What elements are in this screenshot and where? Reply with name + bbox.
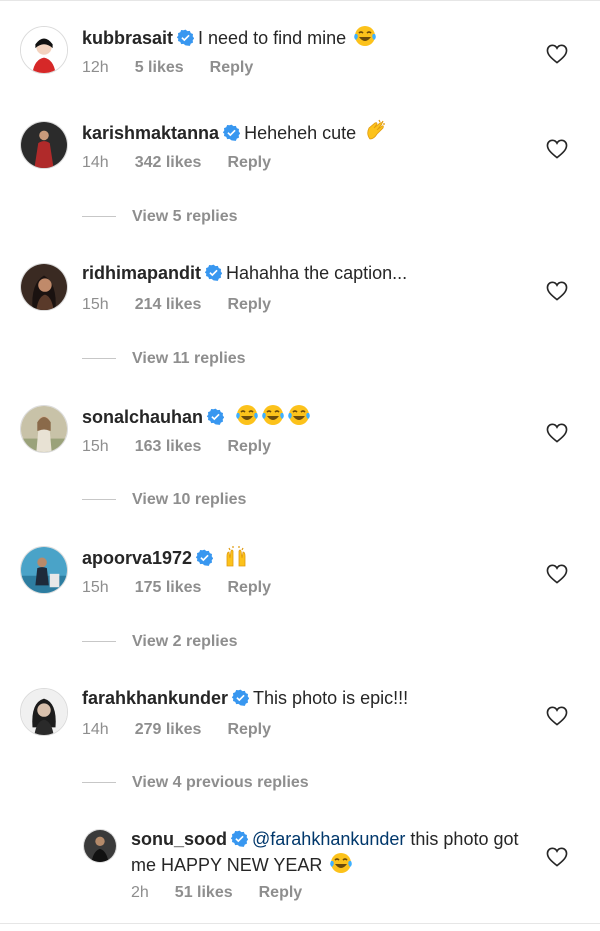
comment-meta: 15h 163 likes Reply — [82, 437, 297, 457]
face-with-tears-of-joy-icon — [287, 403, 311, 427]
heart-icon[interactable] — [546, 423, 568, 443]
comment-line: sonalchauhan — [82, 403, 311, 429]
comment-meta: 14h 279 likes Reply — [82, 720, 297, 740]
likes-count[interactable]: 5 likes — [135, 59, 184, 76]
username[interactable]: sonalchauhan — [82, 407, 203, 427]
heart-icon[interactable] — [546, 706, 568, 726]
username[interactable]: karishmaktanna — [82, 123, 219, 143]
bottom-divider — [0, 923, 600, 924]
likes-count[interactable]: 342 likes — [135, 154, 202, 171]
likes-count[interactable]: 214 likes — [135, 296, 202, 313]
timestamp: 14h — [82, 154, 109, 171]
username[interactable]: ridhimapandit — [82, 263, 201, 283]
comment-text: This photo is epic!!! — [253, 688, 409, 708]
verified-badge-icon — [177, 29, 195, 46]
view-replies-label: View 2 replies — [132, 633, 238, 650]
heart-icon[interactable] — [546, 564, 568, 584]
comment-line: apoorva1972 — [82, 544, 248, 570]
reply-button[interactable]: Reply — [259, 884, 303, 901]
timestamp: 2h — [131, 884, 149, 901]
verified-badge-icon — [205, 264, 223, 281]
verified-badge-icon — [231, 830, 249, 847]
avatar[interactable] — [20, 263, 68, 311]
verified-badge-icon — [223, 124, 241, 141]
face-with-tears-of-joy-icon — [261, 403, 285, 427]
face-with-tears-of-joy-icon — [353, 24, 377, 48]
avatar[interactable] — [20, 546, 68, 594]
view-replies-button[interactable]: View 10 replies — [82, 490, 246, 510]
comment-meta: 2h 51 likes Reply — [131, 883, 328, 903]
reply-divider-line — [82, 641, 116, 643]
comment-text: Heheheh cute — [244, 123, 357, 143]
reply-text: sonu_sood @farahkhankunder this photo got… — [131, 827, 531, 877]
likes-count[interactable]: 51 likes — [175, 884, 233, 901]
avatar[interactable] — [20, 26, 68, 74]
view-replies-label: View 4 previous replies — [132, 774, 309, 791]
reply-button[interactable]: Reply — [227, 579, 271, 596]
comment-meta: 14h 342 likes Reply — [82, 153, 297, 173]
likes-count[interactable]: 279 likes — [135, 721, 202, 738]
view-replies-button[interactable]: View 5 replies — [82, 207, 238, 227]
reply-button[interactable]: Reply — [210, 59, 254, 76]
comments-panel: kubbrasait I need to find mine 12h 5 likes… — [0, 0, 600, 931]
view-replies-label: View 10 replies — [132, 491, 247, 508]
verified-badge-icon — [196, 549, 214, 566]
timestamp: 15h — [82, 438, 109, 455]
comment-meta: 15h 175 likes Reply — [82, 578, 297, 598]
raising-hands-icon — [224, 544, 248, 568]
reply-button[interactable]: Reply — [227, 296, 271, 313]
heart-icon[interactable] — [546, 139, 568, 159]
view-replies-label: View 11 replies — [132, 350, 246, 367]
reply-divider-line — [82, 216, 116, 218]
view-replies-button[interactable]: View 2 replies — [82, 632, 238, 652]
reply-button[interactable]: Reply — [227, 721, 271, 738]
reply-button[interactable]: Reply — [227, 154, 271, 171]
avatar[interactable] — [83, 829, 117, 863]
comment-line: kubbrasait I need to find mine — [82, 24, 377, 50]
avatar[interactable] — [20, 688, 68, 736]
comment-meta: 12h 5 likes Reply — [82, 58, 279, 78]
comment-line: farahkhankunder This photo is epic!!! — [82, 686, 408, 710]
comment-line: ridhimapandit Hahahha the caption... — [82, 261, 407, 285]
verified-badge-icon — [232, 689, 250, 706]
comment-text: Hahahha the caption... — [226, 263, 408, 283]
timestamp: 12h — [82, 59, 109, 76]
clapping-hands-icon — [363, 119, 387, 143]
top-divider — [0, 0, 600, 1]
view-replies-button[interactable]: View 11 replies — [82, 349, 246, 369]
view-replies-button[interactable]: View 4 previous replies — [82, 773, 309, 793]
heart-icon[interactable] — [546, 44, 568, 64]
face-with-tears-of-joy-icon — [329, 851, 353, 875]
username[interactable]: sonu_sood — [131, 829, 227, 849]
comment-line: karishmaktanna Heheheh cute — [82, 119, 387, 145]
username[interactable]: farahkhankunder — [82, 688, 228, 708]
heart-icon[interactable] — [546, 847, 568, 867]
reply-button[interactable]: Reply — [227, 438, 271, 455]
likes-count[interactable]: 175 likes — [135, 579, 202, 596]
reply-divider-line — [82, 499, 116, 501]
verified-badge-icon — [207, 408, 225, 425]
username[interactable]: apoorva1972 — [82, 548, 192, 568]
comment-text: I need to find mine — [198, 28, 347, 48]
view-replies-label: View 5 replies — [132, 208, 238, 225]
heart-icon[interactable] — [546, 281, 568, 301]
likes-count[interactable]: 163 likes — [135, 438, 202, 455]
reply-divider-line — [82, 782, 116, 784]
timestamp: 15h — [82, 296, 109, 313]
comment-meta: 15h 214 likes Reply — [82, 295, 297, 315]
timestamp: 14h — [82, 721, 109, 738]
avatar[interactable] — [20, 405, 68, 453]
timestamp: 15h — [82, 579, 109, 596]
username[interactable]: kubbrasait — [82, 28, 173, 48]
face-with-tears-of-joy-icon — [235, 403, 259, 427]
mention-link[interactable]: @farahkhankunder — [252, 829, 405, 849]
avatar[interactable] — [20, 121, 68, 169]
reply-divider-line — [82, 358, 116, 360]
